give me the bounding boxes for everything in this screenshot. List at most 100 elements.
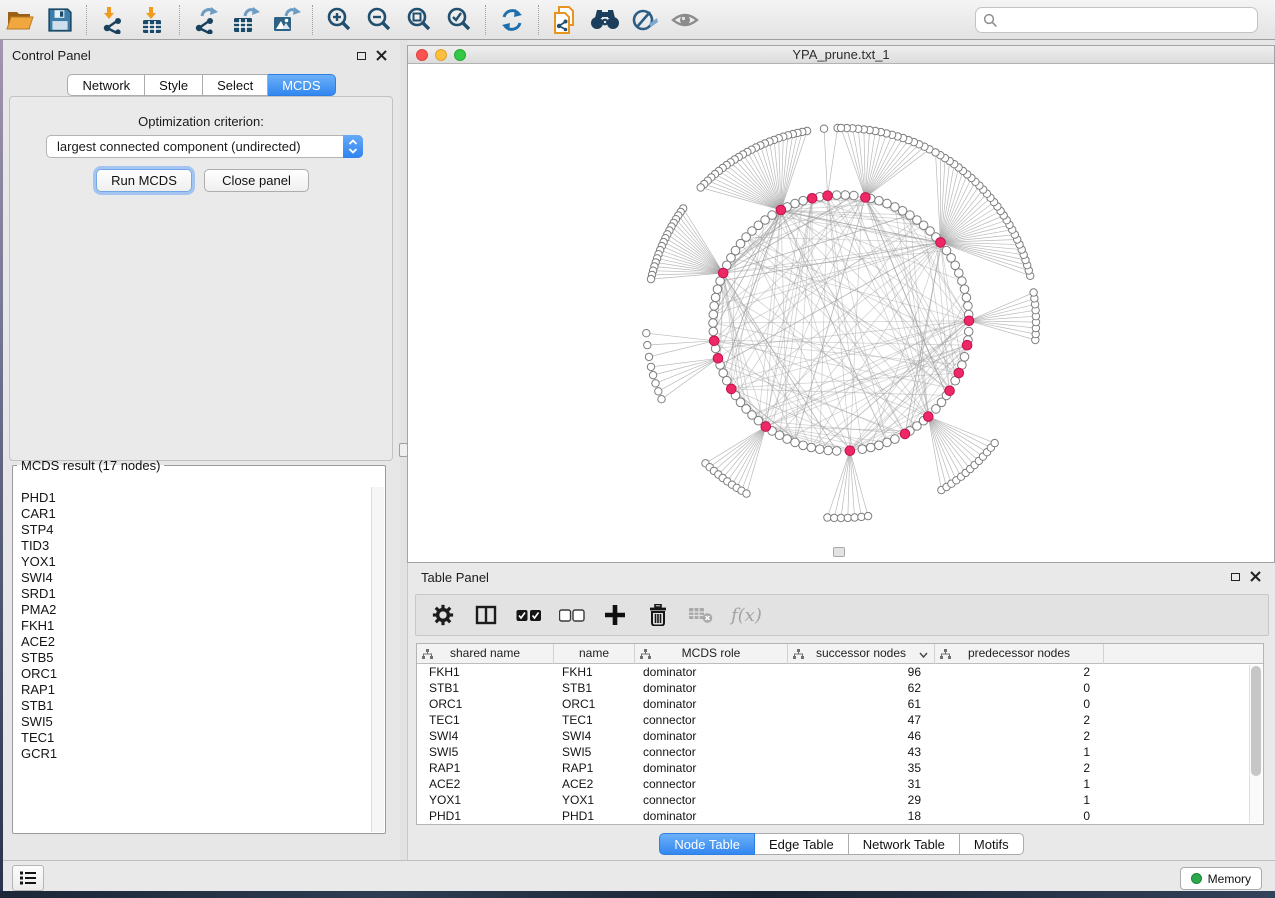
apply-layout-refresh-icon[interactable]: [495, 4, 529, 36]
show-columns-icon[interactable]: [473, 602, 499, 628]
graph-mcds-hub-node[interactable]: [845, 446, 855, 456]
graph-mcds-hub-node[interactable]: [713, 354, 723, 364]
search-input[interactable]: [998, 12, 1257, 29]
mcds-result-item[interactable]: TEC1: [21, 730, 371, 746]
graph-node[interactable]: [942, 246, 951, 255]
tab-style[interactable]: Style: [145, 74, 203, 96]
mcds-result-item[interactable]: SRD1: [21, 586, 371, 602]
graphics-details-icon[interactable]: [628, 4, 662, 36]
graph-satellite-node[interactable]: [831, 514, 838, 521]
close-panel-icon[interactable]: [376, 50, 387, 61]
graph-mcds-hub-node[interactable]: [727, 384, 737, 394]
graph-node[interactable]: [850, 191, 859, 200]
graph-node[interactable]: [958, 277, 967, 286]
export-table-icon[interactable]: [229, 4, 263, 36]
tab-network[interactable]: Network: [67, 74, 145, 96]
table-row[interactable]: PHD1PHD1dominator180: [417, 808, 1263, 824]
table-settings-gear-icon[interactable]: [430, 602, 456, 628]
graph-satellite-node[interactable]: [647, 275, 654, 282]
graph-satellite-node[interactable]: [647, 363, 654, 370]
duplicate-network-icon[interactable]: [548, 4, 582, 36]
show-details-eye-icon[interactable]: [668, 4, 702, 36]
zoom-selected-icon[interactable]: [442, 4, 476, 36]
horizontal-splitter-grip[interactable]: [833, 547, 845, 557]
table-row[interactable]: STB1STB1dominator620: [417, 680, 1263, 696]
export-network-icon[interactable]: [189, 4, 223, 36]
table-row[interactable]: TEC1TEC1connector472: [417, 712, 1263, 728]
graph-mcds-hub-node[interactable]: [718, 268, 728, 278]
graph-node[interactable]: [713, 285, 722, 294]
mcds-result-item[interactable]: ACE2: [21, 634, 371, 650]
graph-node[interactable]: [964, 302, 973, 311]
mcds-result-item[interactable]: TID3: [21, 538, 371, 554]
graph-satellite-node[interactable]: [645, 353, 652, 360]
graph-node[interactable]: [711, 293, 720, 302]
graph-mcds-hub-node[interactable]: [823, 191, 833, 201]
graph-node[interactable]: [866, 443, 875, 452]
run-mcds-button[interactable]: Run MCDS: [96, 169, 192, 192]
graph-satellite-node[interactable]: [864, 512, 871, 519]
mcds-result-item[interactable]: GCR1: [21, 746, 371, 762]
open-file-icon[interactable]: [3, 4, 37, 36]
close-panel-button[interactable]: Close panel: [204, 169, 309, 192]
graph-mcds-hub-node[interactable]: [924, 412, 934, 422]
memory-button[interactable]: Memory: [1180, 867, 1262, 890]
graph-mcds-hub-node[interactable]: [709, 336, 719, 346]
graph-node[interactable]: [709, 310, 718, 319]
table-row[interactable]: ACE2ACE2connector311: [417, 776, 1263, 792]
column-header-name[interactable]: name: [554, 644, 635, 664]
select-all-columns-icon[interactable]: [516, 602, 542, 628]
graph-satellite-node[interactable]: [743, 490, 750, 497]
float-panel-icon[interactable]: [357, 52, 366, 60]
graph-node[interactable]: [883, 438, 892, 447]
graph-mcds-hub-node[interactable]: [807, 194, 817, 204]
graph-node[interactable]: [891, 203, 900, 212]
mcds-result-item[interactable]: STB1: [21, 698, 371, 714]
mcds-result-item[interactable]: CAR1: [21, 506, 371, 522]
graph-node[interactable]: [962, 293, 971, 302]
tab-node-table[interactable]: Node Table: [659, 833, 755, 855]
graph-node[interactable]: [841, 191, 850, 200]
graph-node[interactable]: [791, 438, 800, 447]
tab-edge-table[interactable]: Edge Table: [755, 833, 849, 855]
graph-node[interactable]: [799, 196, 808, 205]
task-history-button[interactable]: [12, 865, 44, 891]
delete-column-trash-icon[interactable]: [645, 602, 671, 628]
export-image-icon[interactable]: [269, 4, 303, 36]
graph-node[interactable]: [709, 327, 718, 336]
mcds-list-scrollbar[interactable]: [371, 487, 384, 832]
mcds-result-item[interactable]: YOX1: [21, 554, 371, 570]
graph-node[interactable]: [858, 445, 867, 454]
graph-node[interactable]: [891, 435, 900, 444]
graph-satellite-node[interactable]: [851, 514, 858, 521]
graph-node[interactable]: [875, 441, 884, 450]
mcds-result-item[interactable]: ORC1: [21, 666, 371, 682]
graph-node[interactable]: [883, 199, 892, 208]
find-binoculars-icon[interactable]: [588, 4, 622, 36]
network-title-bar[interactable]: YPA_prune.txt_1: [408, 46, 1274, 64]
graph-mcds-hub-node[interactable]: [761, 422, 771, 432]
table-row[interactable]: SWI4SWI4dominator462: [417, 728, 1263, 744]
tab-motifs[interactable]: Motifs: [960, 833, 1024, 855]
tab-select[interactable]: Select: [203, 74, 268, 96]
column-header-MCDS-role[interactable]: MCDS role: [635, 644, 788, 664]
graph-mcds-hub-node[interactable]: [776, 205, 786, 215]
mcds-result-item[interactable]: PMA2: [21, 602, 371, 618]
graph-mcds-hub-node[interactable]: [962, 340, 972, 350]
column-header-predecessor-nodes[interactable]: predecessor nodes: [935, 644, 1104, 664]
mcds-result-item[interactable]: PHD1: [21, 490, 371, 506]
graph-satellite-node[interactable]: [844, 514, 851, 521]
table-row[interactable]: RAP1RAP1dominator352: [417, 760, 1263, 776]
mcds-result-item[interactable]: FKH1: [21, 618, 371, 634]
mcds-result-item[interactable]: STP4: [21, 522, 371, 538]
table-row[interactable]: YOX1YOX1connector291: [417, 792, 1263, 808]
graph-satellite-node[interactable]: [655, 388, 662, 395]
mcds-result-item[interactable]: RAP1: [21, 682, 371, 698]
deselect-all-columns-icon[interactable]: [559, 602, 585, 628]
table-scrollbar-thumb[interactable]: [1251, 666, 1261, 776]
graph-satellite-node[interactable]: [820, 125, 827, 132]
graph-mcds-hub-node[interactable]: [861, 193, 871, 203]
graph-mcds-hub-node[interactable]: [936, 238, 946, 248]
search-field[interactable]: [975, 7, 1258, 33]
graph-node[interactable]: [964, 327, 973, 336]
